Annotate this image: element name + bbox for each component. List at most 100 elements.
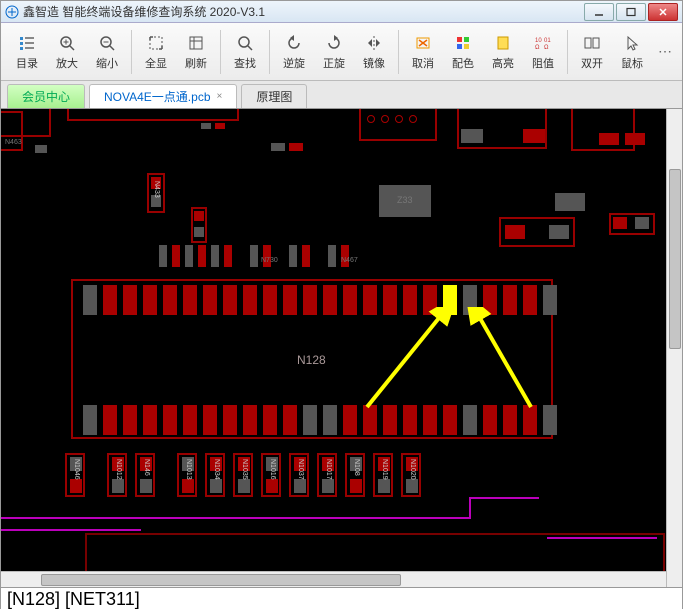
- tool-refresh[interactable]: 刷新: [176, 29, 216, 75]
- close-button[interactable]: [648, 3, 678, 21]
- maximize-button[interactable]: [616, 3, 646, 21]
- pad-grey: [328, 245, 336, 267]
- tool-label: 镜像: [363, 55, 385, 71]
- tool-dual[interactable]: 双开: [572, 29, 612, 75]
- pad-grey: [159, 245, 167, 267]
- zoom-in-icon: [57, 33, 77, 53]
- ref-label: N1035: [241, 459, 248, 480]
- tool-rotccw[interactable]: 逆旋: [274, 29, 314, 75]
- component-N1012: N1012: [107, 453, 127, 497]
- ohm-icon: 1001ΩΩ: [533, 33, 553, 53]
- tool-label: 配色: [452, 55, 474, 71]
- tool-zoomout[interactable]: 缩小: [87, 29, 127, 75]
- pad-row: [159, 245, 349, 267]
- highlight-icon: [493, 33, 513, 53]
- tab-label: 会员中心: [22, 88, 70, 105]
- toolbar-separator: [398, 30, 399, 74]
- component-N1035: N1035: [233, 453, 253, 497]
- close-icon[interactable]: ×: [217, 91, 223, 102]
- dual-icon: [582, 33, 602, 53]
- pad-grey: [294, 479, 306, 493]
- tab-label: NOVA4E一点通.pcb: [104, 88, 210, 105]
- tool-zoomin[interactable]: 放大: [47, 29, 87, 75]
- pad-grey: [406, 479, 418, 493]
- tool-label: 查找: [234, 55, 256, 71]
- pad-red: [289, 143, 303, 151]
- pad-grey: [635, 217, 649, 229]
- scrollbar-thumb[interactable]: [41, 574, 401, 586]
- component-row-bottom: N1046N1012N146N1013N1034N1035N1016N1037N…: [65, 453, 421, 497]
- ref-label: N108: [353, 459, 360, 476]
- pad-red: [103, 285, 117, 315]
- pad-red: [143, 405, 157, 435]
- ref-label: N467: [341, 257, 358, 264]
- pad-grey: [201, 123, 211, 129]
- ref-label: N1016: [269, 459, 276, 480]
- pcb-viewport[interactable]: N463 Z33: [1, 109, 682, 587]
- pad-grey: [378, 479, 390, 493]
- vertical-scrollbar[interactable]: [666, 109, 682, 587]
- pad-red: [198, 245, 206, 267]
- pad-red: [323, 285, 337, 315]
- tool-imped[interactable]: 1001ΩΩ阻值: [523, 29, 563, 75]
- ref-label: N463: [5, 139, 22, 146]
- pad-red: [163, 405, 177, 435]
- tool-fit[interactable]: 全显: [136, 29, 176, 75]
- net-trace: [1, 517, 471, 519]
- pad-red: [194, 211, 204, 221]
- component-N1019: N1019: [373, 453, 393, 497]
- net-trace: [1, 529, 141, 531]
- ref-label: N730: [261, 257, 278, 264]
- pad-red: [283, 285, 297, 315]
- component-N1037: N1037: [289, 453, 309, 497]
- tool-catalog[interactable]: 目录: [7, 29, 47, 75]
- svg-text:01: 01: [544, 38, 551, 44]
- pad-red: [70, 479, 82, 493]
- mirror-icon: [364, 33, 384, 53]
- pad-grey: [322, 479, 334, 493]
- tool-rotcw[interactable]: 正旋: [314, 29, 354, 75]
- toolbar-overflow[interactable]: ⋯: [658, 43, 676, 60]
- cw-icon: [324, 33, 344, 53]
- tool-cancel[interactable]: 取消: [403, 29, 443, 75]
- tab-member-center[interactable]: 会员中心: [7, 84, 85, 108]
- tool-mirror[interactable]: 镜像: [354, 29, 394, 75]
- ref-label: N128: [297, 353, 326, 367]
- pad-red: [123, 405, 137, 435]
- ref-label: Z33: [397, 195, 413, 205]
- pad-red: [143, 285, 157, 315]
- pad-red: [243, 405, 257, 435]
- pad-red: [263, 405, 277, 435]
- minimize-button[interactable]: [584, 3, 614, 21]
- app-icon: [5, 5, 19, 19]
- cancel-icon: [413, 33, 433, 53]
- pcb-outline: [67, 109, 239, 121]
- pad-red: [283, 405, 297, 435]
- tab-pcb-file[interactable]: NOVA4E一点通.pcb ×: [89, 84, 237, 108]
- pad-red: [263, 285, 277, 315]
- pad-red: [203, 405, 217, 435]
- tab-label: 原理图: [256, 88, 292, 105]
- pad-red: [223, 285, 237, 315]
- ccw-icon: [284, 33, 304, 53]
- pad-grey: [289, 245, 297, 267]
- toolbar-separator: [567, 30, 568, 74]
- horizontal-scrollbar[interactable]: [1, 571, 666, 587]
- ref-label: N1046: [73, 459, 80, 480]
- scrollbar-thumb[interactable]: [669, 169, 681, 349]
- component-N1016: N1016: [261, 453, 281, 497]
- tool-label: 刷新: [185, 55, 207, 71]
- component-N1046: N1046: [65, 453, 85, 497]
- pad-red: [613, 217, 627, 229]
- tab-schematic[interactable]: 原理图: [241, 84, 307, 108]
- tool-find[interactable]: 查找: [225, 29, 265, 75]
- pad-grey: [83, 285, 97, 315]
- ref-label: N1034: [213, 459, 220, 480]
- svg-text:Ω: Ω: [535, 45, 540, 51]
- svg-text:Ω: Ω: [544, 45, 549, 51]
- tool-palette[interactable]: 配色: [443, 29, 483, 75]
- title-bar: 鑫智造 智能终端设备维修查询系统 2020-V3.1: [1, 1, 682, 23]
- tool-mouse[interactable]: 鼠标: [612, 29, 652, 75]
- main-toolbar: 目录放大缩小全显刷新 查找 逆旋正旋镜像 取消配色高亮1001ΩΩ阻值双开鼠标 ⋯: [1, 23, 682, 81]
- tool-highlight[interactable]: 高亮: [483, 29, 523, 75]
